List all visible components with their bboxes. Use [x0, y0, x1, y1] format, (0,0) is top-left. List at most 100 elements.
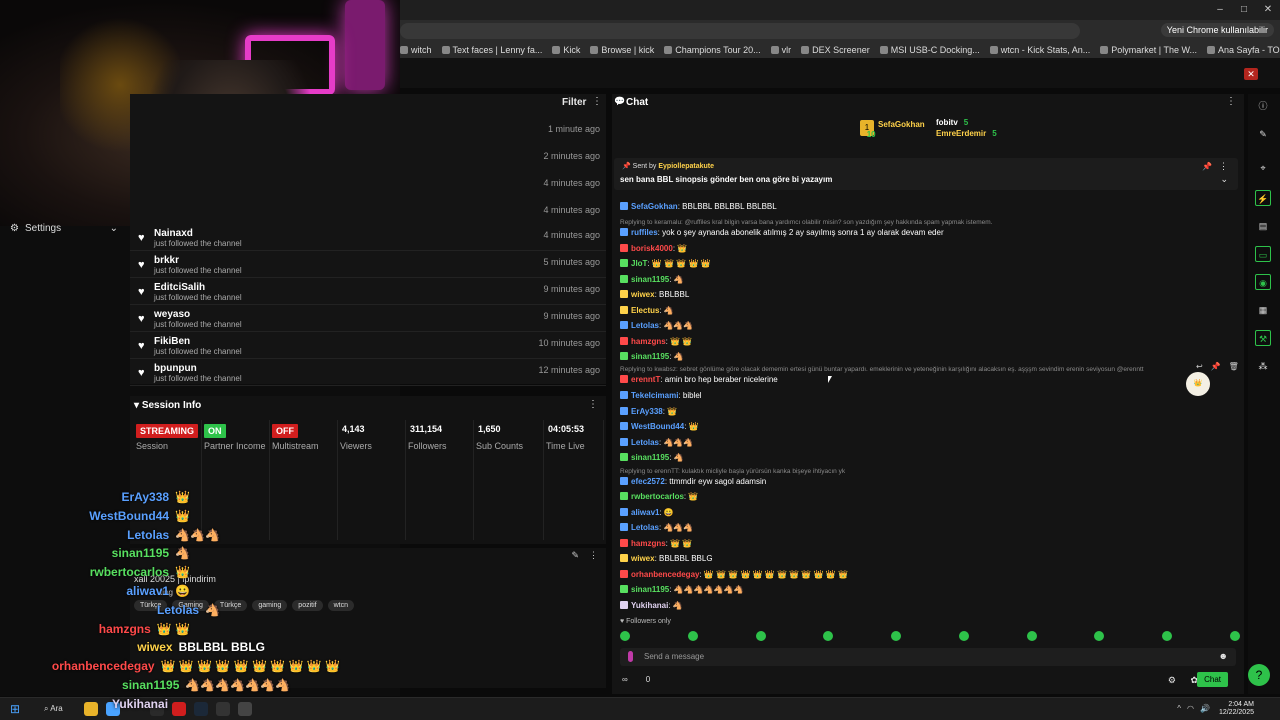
app-logo-icon[interactable]: ✕	[1244, 68, 1258, 80]
activity-item[interactable]: ♥ bpunpun just followed the channel 12 minu…	[130, 359, 606, 386]
lightning-icon[interactable]: ⚡	[1255, 190, 1271, 206]
message-input[interactable]: Send a message ☻	[620, 648, 1236, 666]
chat-username[interactable]: ErAy338	[631, 407, 663, 416]
unpin-icon[interactable]: 📌	[1202, 162, 1212, 171]
chat-message[interactable]: Electus: 🐴	[620, 306, 674, 315]
quick-emote-icon[interactable]	[755, 631, 766, 641]
pin-icon[interactable]: 📌	[1211, 362, 1221, 371]
bookmark-item[interactable]: Champions Tour 20...	[664, 45, 761, 55]
document-icon[interactable]: ▤	[1255, 218, 1271, 234]
bookmark-item[interactable]: witch	[400, 45, 432, 55]
volume-icon[interactable]: 🔊	[1200, 704, 1210, 713]
chat-message[interactable]: sinan1195: 🐴	[620, 453, 684, 462]
quick-emote-icon[interactable]	[620, 631, 630, 641]
chat-username[interactable]: sinan1195	[631, 453, 669, 462]
emoji-icon[interactable]: ☻	[1219, 651, 1228, 661]
bookmark-item[interactable]: Text faces | Lenny fa...	[441, 45, 542, 55]
crosshair-icon[interactable]: ⌖	[1255, 160, 1271, 176]
wrench-icon[interactable]: ⚒	[1255, 330, 1271, 346]
chat-message[interactable]: ruffiles: yok o şey aynanda abonelik atı…	[620, 228, 944, 237]
settings-app-icon[interactable]	[238, 702, 252, 716]
activity-item[interactable]: ♥ EditciSalih just followed the channel 9 m…	[130, 278, 606, 305]
chat-username[interactable]: JloT	[631, 259, 647, 268]
chat-message[interactable]: Tekelcimami: biblel	[620, 391, 702, 400]
chat-message[interactable]: erenntT: amin bro hep beraber nicelerine	[620, 375, 778, 384]
terminal-icon[interactable]	[216, 702, 230, 716]
edit-icon[interactable]: ✎	[571, 550, 579, 561]
chat-username[interactable]: borisk4000	[631, 244, 673, 253]
chat-message[interactable]: wiwex: BBLBBL	[620, 290, 689, 299]
bookmark-item[interactable]: DEX Screener	[801, 45, 870, 55]
chat-username[interactable]: efec2572	[631, 477, 665, 486]
minimize-button[interactable]: –	[1208, 0, 1232, 20]
chat-message[interactable]: Letolas: 🐴🐴🐴	[620, 438, 693, 447]
chat-message[interactable]: ErAy338: 👑	[620, 407, 677, 416]
chat-message[interactable]: Letolas: 🐴🐴🐴	[620, 321, 693, 330]
gift-count[interactable]: 0	[646, 675, 650, 684]
chat-message[interactable]: sinan1195: 🐴	[620, 275, 684, 284]
steam-icon[interactable]	[194, 702, 208, 716]
chat-message[interactable]: sinan1195: 🐴	[620, 352, 684, 361]
chat-message[interactable]: SefaGokhan: BBLBBL BBLBBL BBLBBL	[620, 202, 777, 211]
activity-item[interactable]: ♥ FikiBen just followed the channel 10 minu…	[130, 332, 606, 359]
chat-username[interactable]: Tekelcimami	[631, 391, 678, 400]
quick-emote-icon[interactable]	[958, 631, 969, 641]
chat-message[interactable]: sinan1195: 🐴🐴🐴🐴🐴🐴🐴	[620, 585, 743, 594]
chat-username[interactable]: Letolas	[631, 438, 659, 447]
chat-icon[interactable]: ▭	[1255, 246, 1271, 262]
chat-username[interactable]: hamzgns	[631, 337, 666, 346]
chrome-update-button[interactable]: Yeni Chrome kullanılabilir	[1160, 23, 1274, 37]
chat-username[interactable]: SefaGokhan	[631, 202, 678, 211]
chevron-down-icon[interactable]: ⌄	[1220, 174, 1228, 185]
chat-message[interactable]: hamzgns: 👑 👑	[620, 539, 692, 548]
chat-username[interactable]: sinan1195	[631, 352, 669, 361]
pinned-author[interactable]: Eypiollepatakute	[658, 163, 714, 170]
chevron-down-icon[interactable]: ▾	[134, 400, 139, 411]
taskbar-clock[interactable]: 2:04 AM 12/22/2025	[1219, 701, 1254, 717]
more-menu-icon[interactable]: ⋮	[592, 96, 602, 107]
pencil-icon[interactable]: ✎	[1255, 126, 1271, 142]
chat-username[interactable]: Letolas	[631, 523, 659, 532]
chat-username[interactable]: rwbertocarlos	[631, 492, 684, 501]
settings-row[interactable]: ⚙ Settings ⌄	[0, 220, 130, 236]
quick-emote-icon[interactable]	[1229, 631, 1240, 641]
address-field[interactable]	[400, 23, 1080, 39]
obs-icon[interactable]	[172, 702, 186, 716]
chat-message[interactable]: wiwex: BBLBBL BBLG	[620, 554, 713, 563]
chat-username[interactable]: wiwex	[631, 554, 655, 563]
bookmark-item[interactable]: Browse | kick	[590, 45, 654, 55]
bookmark-item[interactable]: wtcn - Kick Stats, An...	[989, 45, 1090, 55]
chat-message[interactable]: Letolas: 🐴🐴🐴	[620, 523, 693, 532]
chat-username[interactable]: Yukihanai	[631, 601, 668, 610]
close-button[interactable]: ✕	[1256, 0, 1280, 20]
chat-username[interactable]: sinan1195	[631, 585, 669, 594]
chat-username[interactable]: hamzgns	[631, 539, 666, 548]
quick-emote-icon[interactable]	[1162, 631, 1173, 641]
quick-emote-icon[interactable]	[891, 631, 902, 641]
chat-message[interactable]: Yukihanai: 🐴	[620, 601, 683, 610]
quick-emote-icon[interactable]	[1094, 631, 1105, 641]
bookmark-item[interactable]: Kick	[552, 45, 580, 55]
chat-message[interactable]: orhanbencedegay: 👑 👑 👑 👑 👑 👑 👑 👑 👑 👑 👑 👑	[620, 570, 848, 579]
info-icon[interactable]: ⓘ	[1255, 98, 1271, 114]
bookmark-item[interactable]: vlr	[770, 45, 791, 55]
reply-icon[interactable]: ↩	[1196, 362, 1203, 371]
chat-send-button[interactable]: Chat	[1197, 672, 1228, 687]
broadcast-icon[interactable]: ◉	[1255, 274, 1271, 290]
more-menu-icon[interactable]: ⋮	[1219, 161, 1228, 172]
chat-message[interactable]: WestBound44: 👑	[620, 422, 699, 431]
windows-start-icon[interactable]: ⊞	[10, 703, 22, 715]
file-explorer-icon[interactable]	[84, 702, 98, 716]
wifi-icon[interactable]: ◠	[1187, 704, 1194, 713]
leaderboard-entry[interactable]: fobitv 5	[936, 118, 968, 127]
more-menu-icon[interactable]: ⋮	[1226, 96, 1236, 107]
chat-message[interactable]: aliwav1: 😀	[620, 508, 674, 517]
activity-item[interactable]: ♥ brkkr just followed the channel 5 minutes…	[130, 251, 606, 278]
network-icon[interactable]: ⁂	[1255, 358, 1271, 374]
chat-username[interactable]: sinan1195	[631, 275, 669, 284]
chat-message[interactable]: hamzgns: 👑 👑	[620, 337, 692, 346]
more-menu-icon[interactable]: ⋮	[589, 550, 598, 561]
chat-message[interactable]: JloT: 👑 👑 👑 👑 👑	[620, 259, 711, 268]
chat-username[interactable]: aliwav1	[631, 508, 659, 517]
bookmark-item[interactable]: Polymarket | The W...	[1100, 45, 1197, 55]
